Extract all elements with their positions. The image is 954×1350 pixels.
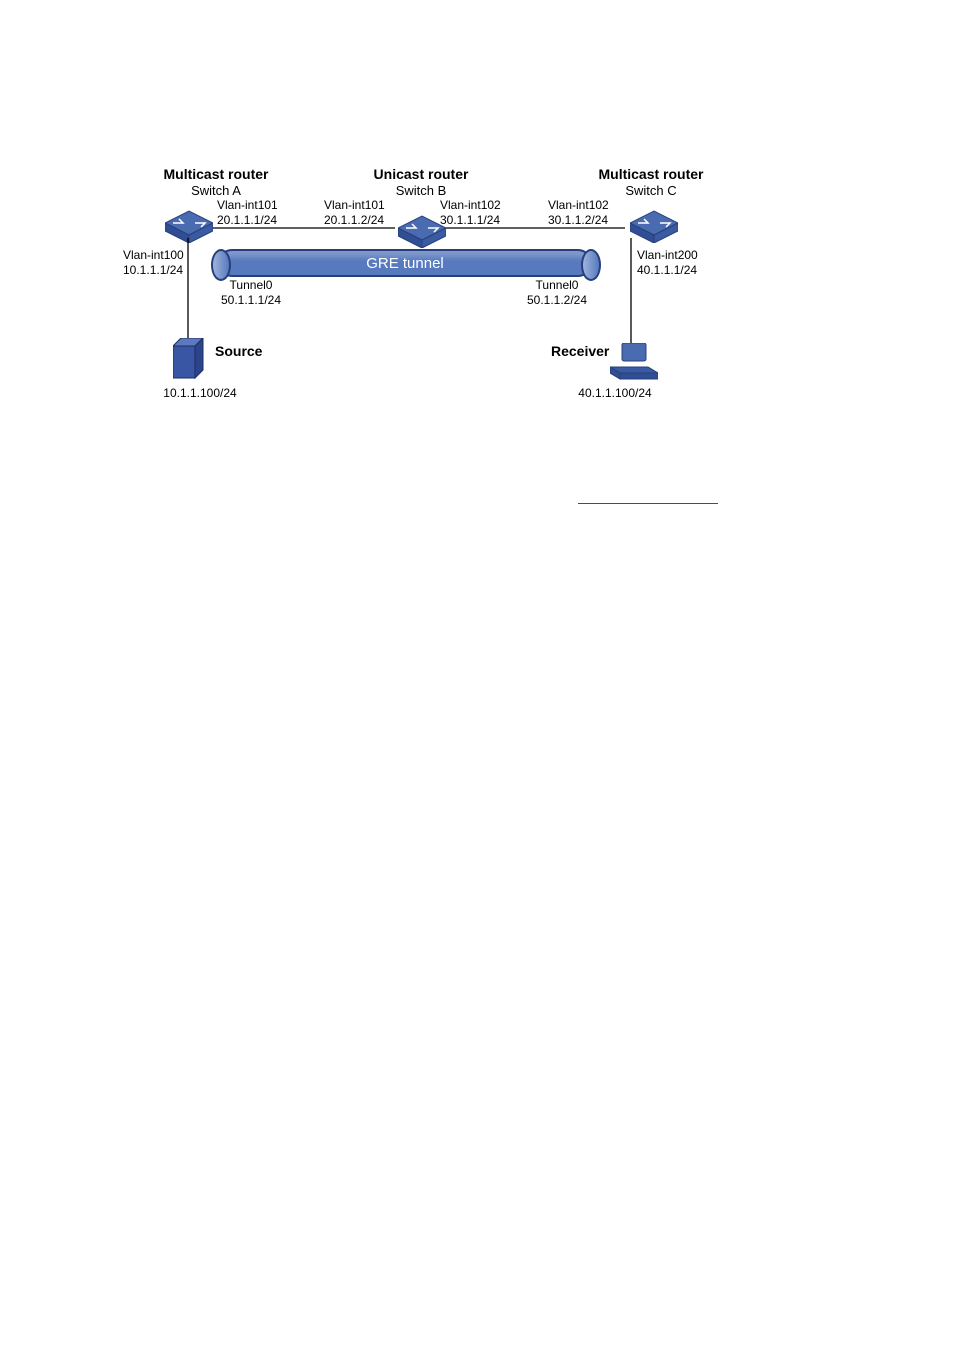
- swC-int102-name: Vlan-int102: [548, 198, 609, 212]
- source-addr: 10.1.1.100/24: [150, 386, 250, 401]
- link-c-receiver: [629, 238, 633, 346]
- swC-tunnel-name: Tunnel0: [536, 278, 579, 292]
- pc-icon: [610, 343, 658, 381]
- swA-int101-name: Vlan-int101: [217, 198, 278, 212]
- decorative-underline: [578, 503, 718, 504]
- switch-c-icon: [630, 205, 678, 243]
- server-icon: [173, 338, 209, 382]
- swA-tunnel-addr: 50.1.1.1/24: [221, 293, 281, 307]
- receiver-title: Receiver: [551, 343, 609, 359]
- swA-tunnel-name: Tunnel0: [230, 278, 273, 292]
- gre-tunnel-cap-right-icon: [581, 249, 601, 281]
- link-a-source: [186, 238, 190, 346]
- switch-a-title: Multicast router: [146, 166, 286, 184]
- swB-int102-name: Vlan-int102: [440, 198, 501, 212]
- swA-int100-name: Vlan-int100: [123, 248, 184, 262]
- swA-int100-addr: 10.1.1.1/24: [123, 263, 183, 277]
- swC-int200-addr: 40.1.1.1/24: [637, 263, 697, 277]
- gre-tunnel-body: GRE tunnel: [218, 249, 592, 277]
- switch-a-name: Switch A: [146, 183, 286, 198]
- swB-int101-name: Vlan-int101: [324, 198, 385, 212]
- swC-int200-name: Vlan-int200: [637, 248, 698, 262]
- switch-b-icon: [398, 210, 446, 248]
- gre-tunnel-label: GRE tunnel: [366, 255, 444, 272]
- switch-b-title: Unicast router: [351, 166, 491, 184]
- source-title: Source: [215, 343, 262, 359]
- receiver-addr: 40.1.1.100/24: [565, 386, 665, 401]
- swC-tunnel-addr: 50.1.1.2/24: [527, 293, 587, 307]
- switch-c-title: Multicast router: [581, 166, 721, 184]
- switch-b-name: Switch B: [351, 183, 491, 198]
- gre-tunnel-cap-left-icon: [211, 249, 231, 281]
- switch-c-name: Switch C: [581, 183, 721, 198]
